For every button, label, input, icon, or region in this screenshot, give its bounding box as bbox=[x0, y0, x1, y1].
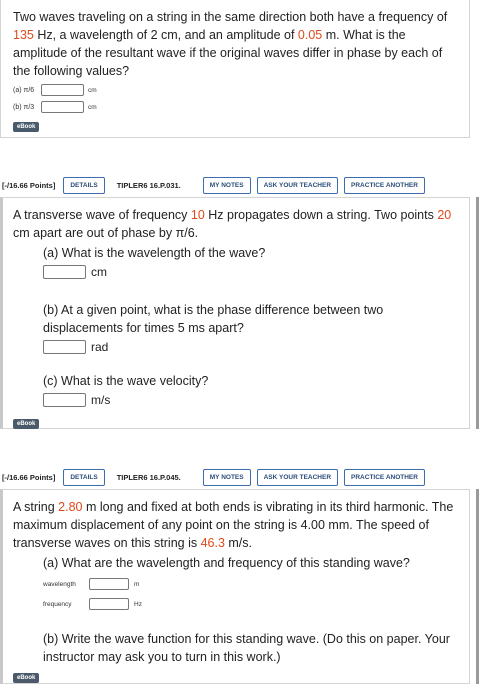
frequency-value: 10 bbox=[190, 208, 205, 222]
part-b-input[interactable] bbox=[41, 101, 84, 113]
phase-value: π/6. bbox=[175, 226, 199, 240]
frequency-row: frequency Hz bbox=[43, 596, 459, 612]
frequency-input[interactable] bbox=[89, 598, 129, 610]
part-c-question: (c) What is the wave velocity? bbox=[43, 374, 209, 388]
wavelength-unit: m bbox=[134, 580, 140, 588]
ebook-button[interactable]: eBook bbox=[13, 419, 40, 429]
wavelength-input[interactable] bbox=[43, 265, 86, 279]
part-b-label: (b) π/3 bbox=[13, 103, 35, 111]
frequency-label: frequency bbox=[43, 600, 72, 608]
ask-teacher-button[interactable]: ASK YOUR TEACHER bbox=[256, 468, 339, 486]
question-2-prompt: A transverse wave of frequency 10 Hz pro… bbox=[13, 208, 452, 240]
amplitude-value: 0.05 bbox=[297, 28, 323, 42]
wave-velocity-unit: m/s bbox=[91, 393, 111, 407]
my-notes-button[interactable]: MY NOTES bbox=[202, 176, 251, 194]
question-3-prompt: A string 2.80 m long and fixed at both e… bbox=[13, 500, 454, 550]
wave-velocity-input[interactable] bbox=[43, 393, 86, 407]
part-a-question: (a) What are the wavelength and frequenc… bbox=[43, 556, 410, 570]
part-a-row: (a) π/6 cm bbox=[13, 83, 459, 97]
part-b-unit: cm bbox=[88, 103, 97, 111]
part-b-question: (b) At a given point, what is the phase … bbox=[43, 303, 384, 335]
ebook-button[interactable]: eBook bbox=[13, 673, 40, 683]
question-1-prompt: Two waves traveling on a string in the s… bbox=[13, 10, 448, 78]
frequency-unit: Hz bbox=[134, 600, 142, 608]
part-a-input[interactable] bbox=[41, 84, 84, 96]
part-b-question: (b) Write the wave function for this sta… bbox=[43, 632, 450, 664]
wavelength-label: wavelength bbox=[43, 580, 76, 588]
practice-another-button[interactable]: PRACTICE ANOTHER bbox=[344, 176, 425, 194]
question-2-header: [-/16.66 Points] DETAILS TIPLER6 16.P.03… bbox=[0, 173, 470, 197]
wavelength-row: wavelength m bbox=[43, 576, 459, 592]
wavelength-input[interactable] bbox=[89, 578, 129, 590]
details-button[interactable]: DETAILS bbox=[63, 176, 105, 194]
phase-difference-unit: rad bbox=[91, 340, 109, 354]
my-notes-button[interactable]: MY NOTES bbox=[202, 468, 251, 486]
distance-value: 20 bbox=[437, 208, 452, 222]
question-1-panel: Two waves traveling on a string in the s… bbox=[0, 0, 470, 138]
ebook-button[interactable]: eBook bbox=[13, 122, 40, 132]
problem-code: TIPLER6 16.P.045. bbox=[116, 472, 181, 482]
practice-another-button[interactable]: PRACTICE ANOTHER bbox=[344, 468, 425, 486]
question-3-header: [-/16.66 Points] DETAILS TIPLER6 16.P.04… bbox=[0, 465, 470, 489]
question-2-panel: A transverse wave of frequency 10 Hz pro… bbox=[0, 197, 470, 429]
problem-code: TIPLER6 16.P.031. bbox=[116, 180, 181, 190]
frequency-value: 135 bbox=[13, 28, 34, 42]
speed-value: 46.3 bbox=[200, 536, 225, 550]
phase-difference-input[interactable] bbox=[43, 340, 86, 354]
ask-teacher-button[interactable]: ASK YOUR TEACHER bbox=[256, 176, 339, 194]
part-c-answer-row: m/s bbox=[43, 393, 459, 407]
length-value: 2.80 bbox=[58, 500, 83, 514]
points-label: [-/16.66 Points] bbox=[2, 472, 56, 482]
wavelength-unit: cm bbox=[91, 265, 107, 279]
details-button[interactable]: DETAILS bbox=[63, 468, 105, 486]
part-a-answer-row: cm bbox=[43, 265, 459, 279]
part-a-label: (a) π/6 bbox=[13, 86, 35, 94]
part-b-answer-row: rad bbox=[43, 340, 459, 354]
part-a-unit: cm bbox=[88, 86, 97, 94]
question-3-panel: A string 2.80 m long and fixed at both e… bbox=[0, 489, 470, 684]
part-a-question: (a) What is the wavelength of the wave? bbox=[43, 246, 266, 260]
points-label: [-/16.66 Points] bbox=[2, 180, 56, 190]
part-b-row: (b) π/3 cm bbox=[13, 100, 459, 114]
